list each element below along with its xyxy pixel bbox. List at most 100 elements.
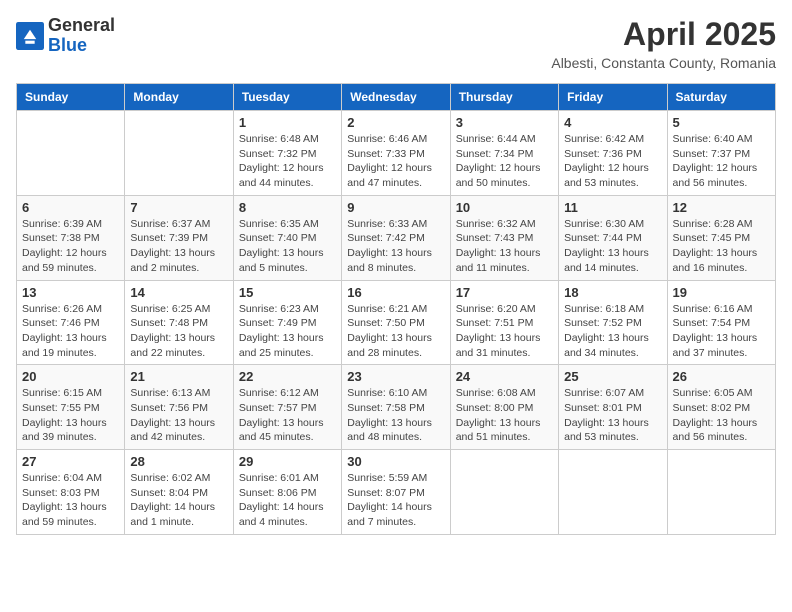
- calendar-cell: 22 Sunrise: 6:12 AM Sunset: 7:57 PM Dayli…: [233, 365, 341, 450]
- day-info: Sunrise: 6:21 AM Sunset: 7:50 PM Dayligh…: [347, 302, 444, 361]
- calendar-cell: 20 Sunrise: 6:15 AM Sunset: 7:55 PM Dayli…: [17, 365, 125, 450]
- day-info: Sunrise: 6:25 AM Sunset: 7:48 PM Dayligh…: [130, 302, 227, 361]
- day-number: 21: [130, 369, 227, 384]
- title-area: April 2025 Albesti, Constanta County, Ro…: [551, 16, 776, 71]
- day-number: 3: [456, 115, 553, 130]
- calendar-cell: 21 Sunrise: 6:13 AM Sunset: 7:56 PM Dayli…: [125, 365, 233, 450]
- calendar-week-row: 20 Sunrise: 6:15 AM Sunset: 7:55 PM Dayli…: [17, 365, 776, 450]
- calendar-cell: 23Sunrise: 6:10 AM Sunset: 7:58 PM Dayli…: [342, 365, 450, 450]
- calendar-cell: 11 Sunrise: 6:30 AM Sunset: 7:44 PM Dayli…: [559, 195, 667, 280]
- day-number: 25: [564, 369, 661, 384]
- day-number: 20: [22, 369, 119, 384]
- day-number: 18: [564, 285, 661, 300]
- calendar-cell: 2Sunrise: 6:46 AM Sunset: 7:33 PM Daylig…: [342, 111, 450, 196]
- day-info: Sunrise: 5:59 AM Sunset: 8:07 PM Dayligh…: [347, 471, 444, 530]
- calendar-week-row: 13Sunrise: 6:26 AM Sunset: 7:46 PM Dayli…: [17, 280, 776, 365]
- day-info: Sunrise: 6:08 AM Sunset: 8:00 PM Dayligh…: [456, 386, 553, 445]
- day-number: 24: [456, 369, 553, 384]
- calendar-cell: 1Sunrise: 6:48 AM Sunset: 7:32 PM Daylig…: [233, 111, 341, 196]
- day-info: Sunrise: 6:40 AM Sunset: 7:37 PM Dayligh…: [673, 132, 770, 191]
- day-info: Sunrise: 6:42 AM Sunset: 7:36 PM Dayligh…: [564, 132, 661, 191]
- month-title: April 2025: [551, 16, 776, 53]
- weekday-header-cell: Wednesday: [342, 84, 450, 111]
- day-number: 19: [673, 285, 770, 300]
- day-number: 12: [673, 200, 770, 215]
- day-info: Sunrise: 6:32 AM Sunset: 7:43 PM Dayligh…: [456, 217, 553, 276]
- day-number: 27: [22, 454, 119, 469]
- logo-general-text: General: [48, 16, 115, 36]
- day-info: Sunrise: 6:39 AM Sunset: 7:38 PM Dayligh…: [22, 217, 119, 276]
- day-number: 5: [673, 115, 770, 130]
- day-info: Sunrise: 6:12 AM Sunset: 7:57 PM Dayligh…: [239, 386, 336, 445]
- calendar-cell: 18 Sunrise: 6:18 AM Sunset: 7:52 PM Dayli…: [559, 280, 667, 365]
- day-number: 28: [130, 454, 227, 469]
- day-info: Sunrise: 6:15 AM Sunset: 7:55 PM Dayligh…: [22, 386, 119, 445]
- calendar-cell: 26 Sunrise: 6:05 AM Sunset: 8:02 PM Dayli…: [667, 365, 775, 450]
- day-info: Sunrise: 6:07 AM Sunset: 8:01 PM Dayligh…: [564, 386, 661, 445]
- calendar-cell: 27Sunrise: 6:04 AM Sunset: 8:03 PM Dayli…: [17, 450, 125, 535]
- calendar-cell: [450, 450, 558, 535]
- calendar-cell: 14 Sunrise: 6:25 AM Sunset: 7:48 PM Dayli…: [125, 280, 233, 365]
- day-info: Sunrise: 6:30 AM Sunset: 7:44 PM Dayligh…: [564, 217, 661, 276]
- calendar-cell: 10 Sunrise: 6:32 AM Sunset: 7:43 PM Dayli…: [450, 195, 558, 280]
- day-number: 2: [347, 115, 444, 130]
- calendar-cell: [559, 450, 667, 535]
- weekday-header-row: SundayMondayTuesdayWednesdayThursdayFrid…: [17, 84, 776, 111]
- logo-blue-text: Blue: [48, 36, 115, 56]
- calendar-cell: 24 Sunrise: 6:08 AM Sunset: 8:00 PM Dayli…: [450, 365, 558, 450]
- weekday-header-cell: Saturday: [667, 84, 775, 111]
- calendar-cell: 17 Sunrise: 6:20 AM Sunset: 7:51 PM Dayli…: [450, 280, 558, 365]
- calendar-cell: 7 Sunrise: 6:37 AM Sunset: 7:39 PM Daylig…: [125, 195, 233, 280]
- day-info: Sunrise: 6:26 AM Sunset: 7:46 PM Dayligh…: [22, 302, 119, 361]
- calendar-cell: 13Sunrise: 6:26 AM Sunset: 7:46 PM Dayli…: [17, 280, 125, 365]
- day-info: Sunrise: 6:05 AM Sunset: 8:02 PM Dayligh…: [673, 386, 770, 445]
- calendar-cell: 3Sunrise: 6:44 AM Sunset: 7:34 PM Daylig…: [450, 111, 558, 196]
- calendar-cell: 19 Sunrise: 6:16 AM Sunset: 7:54 PM Dayli…: [667, 280, 775, 365]
- day-info: Sunrise: 6:23 AM Sunset: 7:49 PM Dayligh…: [239, 302, 336, 361]
- weekday-header-cell: Sunday: [17, 84, 125, 111]
- calendar-cell: [125, 111, 233, 196]
- header: General Blue April 2025 Albesti, Constan…: [16, 16, 776, 71]
- day-number: 11: [564, 200, 661, 215]
- day-number: 8: [239, 200, 336, 215]
- calendar-cell: [17, 111, 125, 196]
- weekday-header-cell: Tuesday: [233, 84, 341, 111]
- calendar-cell: 8Sunrise: 6:35 AM Sunset: 7:40 PM Daylig…: [233, 195, 341, 280]
- weekday-header-cell: Monday: [125, 84, 233, 111]
- day-number: 29: [239, 454, 336, 469]
- calendar-cell: 6 Sunrise: 6:39 AM Sunset: 7:38 PM Daylig…: [17, 195, 125, 280]
- day-info: Sunrise: 6:01 AM Sunset: 8:06 PM Dayligh…: [239, 471, 336, 530]
- calendar-cell: 25 Sunrise: 6:07 AM Sunset: 8:01 PM Dayli…: [559, 365, 667, 450]
- day-info: Sunrise: 6:28 AM Sunset: 7:45 PM Dayligh…: [673, 217, 770, 276]
- weekday-header-cell: Friday: [559, 84, 667, 111]
- day-info: Sunrise: 6:16 AM Sunset: 7:54 PM Dayligh…: [673, 302, 770, 361]
- day-info: Sunrise: 6:18 AM Sunset: 7:52 PM Dayligh…: [564, 302, 661, 361]
- day-number: 9: [347, 200, 444, 215]
- day-number: 14: [130, 285, 227, 300]
- calendar-cell: 4Sunrise: 6:42 AM Sunset: 7:36 PM Daylig…: [559, 111, 667, 196]
- day-info: Sunrise: 6:33 AM Sunset: 7:42 PM Dayligh…: [347, 217, 444, 276]
- day-info: Sunrise: 6:13 AM Sunset: 7:56 PM Dayligh…: [130, 386, 227, 445]
- day-number: 26: [673, 369, 770, 384]
- day-number: 15: [239, 285, 336, 300]
- day-info: Sunrise: 6:48 AM Sunset: 7:32 PM Dayligh…: [239, 132, 336, 191]
- day-number: 10: [456, 200, 553, 215]
- day-number: 22: [239, 369, 336, 384]
- day-number: 17: [456, 285, 553, 300]
- calendar-table: SundayMondayTuesdayWednesdayThursdayFrid…: [16, 83, 776, 535]
- calendar-cell: 12 Sunrise: 6:28 AM Sunset: 7:45 PM Dayli…: [667, 195, 775, 280]
- day-number: 7: [130, 200, 227, 215]
- calendar-week-row: 27Sunrise: 6:04 AM Sunset: 8:03 PM Dayli…: [17, 450, 776, 535]
- calendar-body: 1Sunrise: 6:48 AM Sunset: 7:32 PM Daylig…: [17, 111, 776, 535]
- calendar-cell: 16 Sunrise: 6:21 AM Sunset: 7:50 PM Dayli…: [342, 280, 450, 365]
- calendar-cell: 29 Sunrise: 6:01 AM Sunset: 8:06 PM Dayli…: [233, 450, 341, 535]
- day-info: Sunrise: 6:37 AM Sunset: 7:39 PM Dayligh…: [130, 217, 227, 276]
- logo: General Blue: [16, 16, 115, 56]
- location-title: Albesti, Constanta County, Romania: [551, 55, 776, 71]
- day-number: 16: [347, 285, 444, 300]
- day-number: 6: [22, 200, 119, 215]
- calendar-cell: 9 Sunrise: 6:33 AM Sunset: 7:42 PM Daylig…: [342, 195, 450, 280]
- calendar-week-row: 6 Sunrise: 6:39 AM Sunset: 7:38 PM Daylig…: [17, 195, 776, 280]
- calendar-cell: 28Sunrise: 6:02 AM Sunset: 8:04 PM Dayli…: [125, 450, 233, 535]
- day-info: Sunrise: 6:20 AM Sunset: 7:51 PM Dayligh…: [456, 302, 553, 361]
